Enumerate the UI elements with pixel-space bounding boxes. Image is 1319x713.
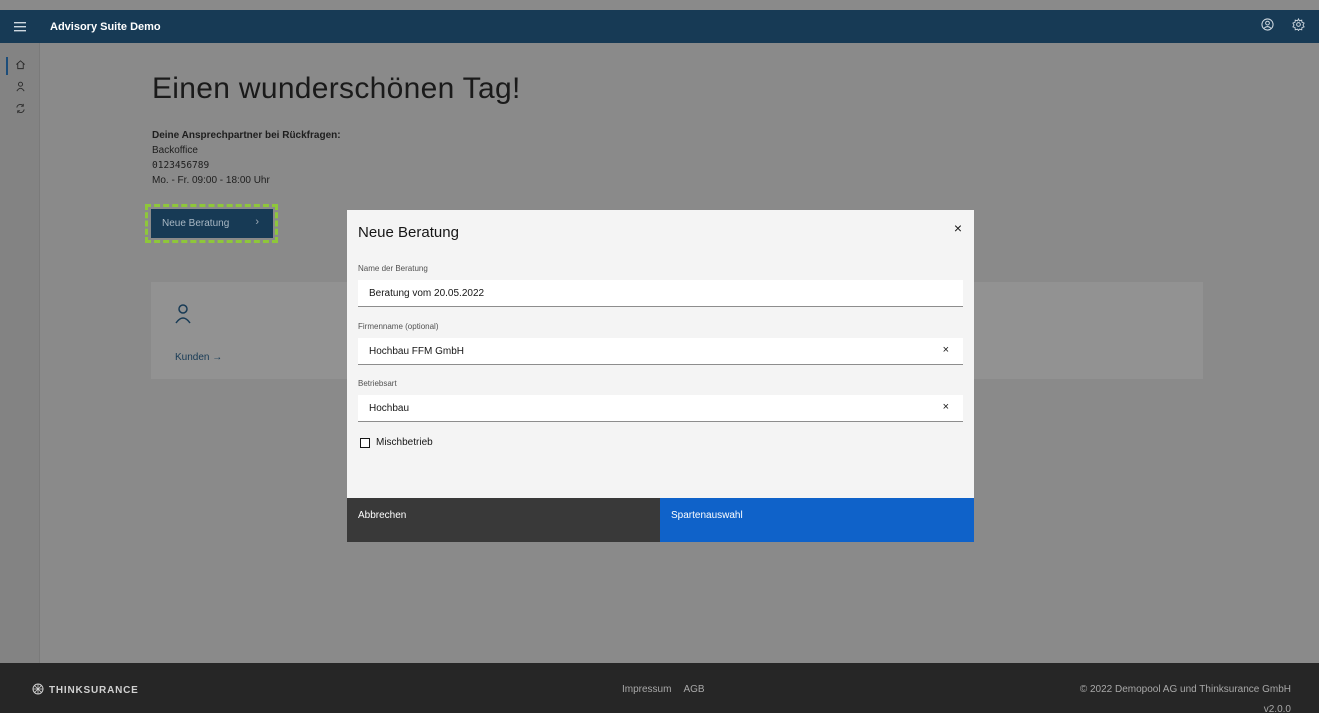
- footer: THINKSURANCE Impressum AGB © 2022 Demopo…: [0, 663, 1319, 713]
- field-label-business-type: Betriebsart: [358, 379, 397, 388]
- company-name-input[interactable]: Hochbau FFM GmbH ×: [358, 338, 963, 365]
- hamburger-icon[interactable]: [0, 10, 40, 43]
- modal-title: Neue Beratung: [358, 224, 459, 241]
- brand-name: THINKSURANCE: [49, 685, 139, 696]
- top-bar: Advisory Suite Demo: [0, 10, 1319, 43]
- thinksurance-logo-icon: [32, 683, 44, 698]
- app-title: Advisory Suite Demo: [50, 20, 161, 33]
- line-selection-button[interactable]: Spartenauswahl: [660, 498, 974, 542]
- new-consultation-modal: Neue Beratung × Name der Beratung Beratu…: [347, 210, 974, 542]
- chevron-right-icon: ›: [255, 216, 259, 228]
- consultation-name-input[interactable]: Beratung vom 20.05.2022: [358, 280, 963, 307]
- version: v2.0.0: [1263, 704, 1291, 713]
- user-icon: [175, 304, 191, 329]
- user-icon: [15, 79, 26, 97]
- imprint-link[interactable]: Impressum: [622, 684, 671, 695]
- contact-hours: Mo. - Fr. 09:00 - 18:00 Uhr: [152, 175, 270, 186]
- recycle-icon: [15, 101, 26, 119]
- rail-item-customers[interactable]: [0, 77, 40, 99]
- settings-gear-icon[interactable]: [1292, 17, 1305, 36]
- home-icon: [15, 57, 26, 75]
- checkbox-box[interactable]: [360, 437, 370, 448]
- page-greeting: Einen wunderschönen Tag!: [152, 72, 521, 105]
- field-label-company: Firmenname (optional): [358, 322, 439, 331]
- side-rail: [0, 43, 40, 663]
- close-icon[interactable]: ×: [954, 220, 962, 236]
- field-label-name: Name der Beratung: [358, 264, 428, 273]
- new-consultation-button[interactable]: Neue Beratung ›: [151, 209, 273, 238]
- mixed-business-checkbox[interactable]: Mischbetrieb: [360, 437, 433, 448]
- rail-item-cycle[interactable]: [0, 99, 40, 121]
- new-consultation-label: Neue Beratung: [162, 218, 230, 229]
- cancel-button[interactable]: Abbrechen: [347, 498, 660, 542]
- contact-heading: Deine Ansprechpartner bei Rückfragen:: [152, 130, 341, 141]
- consultation-name-value: Beratung vom 20.05.2022: [369, 287, 485, 299]
- mixed-business-label: Mischbetrieb: [376, 437, 433, 448]
- business-type-value: Hochbau: [369, 402, 410, 414]
- clear-icon[interactable]: ×: [943, 401, 949, 413]
- business-type-input[interactable]: Hochbau ×: [358, 395, 963, 422]
- contact-name: Backoffice: [152, 145, 198, 156]
- contact-phone: 0123456789: [152, 160, 210, 171]
- rail-item-home[interactable]: [0, 55, 40, 77]
- terms-link[interactable]: AGB: [683, 684, 704, 695]
- clear-icon[interactable]: ×: [943, 344, 949, 356]
- footer-links: Impressum AGB: [622, 684, 705, 695]
- customers-link[interactable]: Kunden →: [175, 352, 222, 363]
- copyright: © 2022 Demopool AG und Thinksurance GmbH: [1079, 684, 1291, 695]
- company-name-value: Hochbau FFM GmbH: [369, 345, 465, 357]
- user-circle-icon[interactable]: [1261, 17, 1274, 36]
- footer-brand: THINKSURANCE: [32, 683, 139, 698]
- contact-info: Deine Ansprechpartner bei Rückfragen: Ba…: [152, 128, 341, 188]
